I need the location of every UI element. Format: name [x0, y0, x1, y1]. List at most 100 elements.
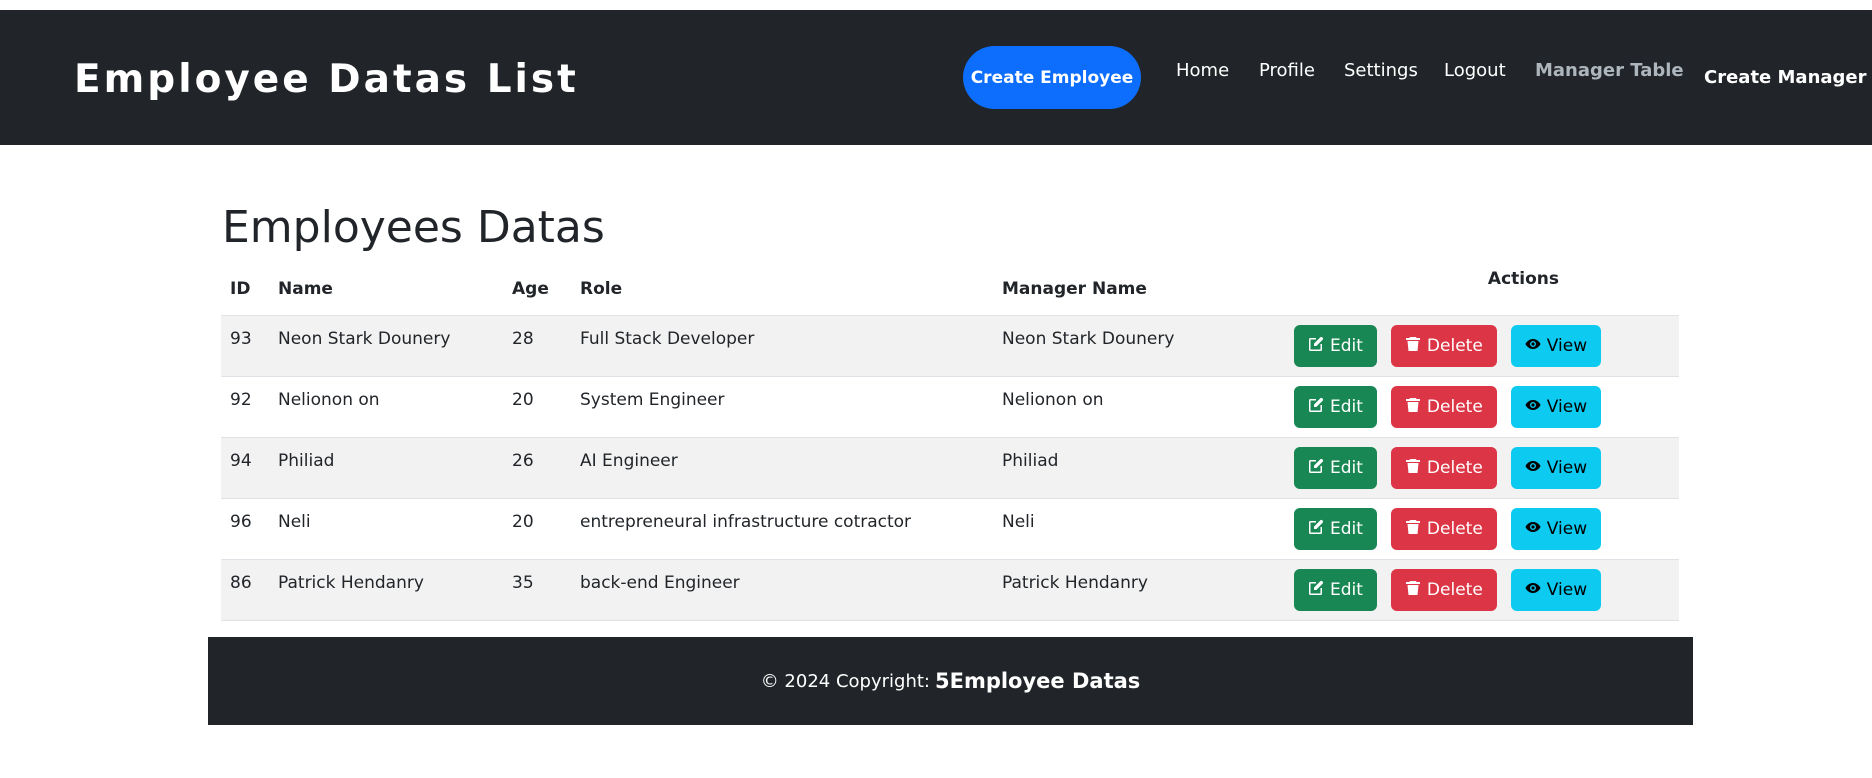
- nav-home-link[interactable]: Home: [1176, 60, 1229, 81]
- trash-icon: [1405, 336, 1421, 357]
- delete-label: Delete: [1426, 397, 1483, 417]
- edit-label: Edit: [1330, 519, 1363, 539]
- view-label: View: [1546, 336, 1588, 356]
- footer-brand-link[interactable]: 5Employee Datas: [935, 669, 1140, 693]
- table-row: 86 Patrick Hendanry 35 back-end Engineer Pat…: [221, 559, 1679, 621]
- cell-manager-name: Patrick Hendanry: [993, 559, 1225, 621]
- cell-role: entrepreneural infrastructure cotractor: [571, 498, 993, 560]
- navbar: Employee Datas List Create Employee Home…: [0, 10, 1872, 145]
- column-header-id: ID: [221, 262, 269, 316]
- delete-button[interactable]: Delete: [1390, 325, 1497, 367]
- table-row: 92 Nelionon on 20 System Engineer Nelionon o…: [221, 376, 1679, 438]
- edit-label: Edit: [1330, 458, 1363, 478]
- delete-label: Delete: [1426, 580, 1483, 600]
- edit-label: Edit: [1330, 397, 1363, 417]
- delete-label: Delete: [1426, 458, 1483, 478]
- cell-actions: Edit Delete View: [1225, 376, 1679, 438]
- eye-icon: [1525, 580, 1541, 601]
- cell-name: Philiad: [269, 437, 503, 499]
- nav-logout-link[interactable]: Logout: [1444, 60, 1506, 81]
- delete-button[interactable]: Delete: [1390, 569, 1497, 611]
- cell-manager-name: Nelionon on: [993, 376, 1225, 438]
- cell-age: 28: [503, 315, 571, 377]
- view-label: View: [1546, 397, 1588, 417]
- cell-age: 35: [503, 559, 571, 621]
- nav-manager-table-link[interactable]: Manager Table: [1535, 60, 1684, 81]
- delete-button[interactable]: Delete: [1390, 386, 1497, 428]
- create-employee-button[interactable]: Create Employee: [963, 46, 1141, 109]
- cell-role: System Engineer: [571, 376, 993, 438]
- pencil-square-icon: [1308, 397, 1324, 418]
- edit-button[interactable]: Edit: [1294, 508, 1377, 550]
- table-row: 96 Neli 20 entrepreneural infrastructure co…: [221, 498, 1679, 560]
- column-header-name: Name: [269, 262, 503, 316]
- cell-name: Neon Stark Dounery: [269, 315, 503, 377]
- table-row: 93 Neon Stark Dounery 28 Full Stack Develop…: [221, 315, 1679, 377]
- view-button[interactable]: View: [1510, 325, 1602, 367]
- trash-icon: [1405, 397, 1421, 418]
- cell-id: 96: [221, 498, 269, 560]
- edit-label: Edit: [1330, 336, 1363, 356]
- nav-create-manager-link[interactable]: Create Manager: [1704, 67, 1867, 88]
- edit-button[interactable]: Edit: [1294, 386, 1377, 428]
- eye-icon: [1525, 336, 1541, 357]
- pencil-square-icon: [1308, 580, 1324, 601]
- cell-actions: Edit Delete View: [1225, 559, 1679, 621]
- view-button[interactable]: View: [1510, 569, 1602, 611]
- nav-profile-link[interactable]: Profile: [1259, 60, 1315, 81]
- eye-icon: [1525, 397, 1541, 418]
- footer: © 2024 Copyright: 5Employee Datas: [208, 637, 1693, 725]
- pencil-square-icon: [1308, 519, 1324, 540]
- cell-age: 20: [503, 498, 571, 560]
- view-button[interactable]: View: [1510, 508, 1602, 550]
- cell-role: back-end Engineer: [571, 559, 993, 621]
- view-label: View: [1546, 519, 1588, 539]
- edit-label: Edit: [1330, 580, 1363, 600]
- cell-name: Nelionon on: [269, 376, 503, 438]
- trash-icon: [1405, 580, 1421, 601]
- cell-id: 92: [221, 376, 269, 438]
- cell-name: Neli: [269, 498, 503, 560]
- column-header-age: Age: [503, 262, 571, 316]
- view-label: View: [1546, 458, 1588, 478]
- eye-icon: [1525, 519, 1541, 540]
- pencil-square-icon: [1308, 458, 1324, 479]
- column-header-role: Role: [571, 262, 993, 316]
- edit-button[interactable]: Edit: [1294, 325, 1377, 367]
- cell-actions: Edit Delete View: [1225, 315, 1679, 377]
- cell-id: 93: [221, 315, 269, 377]
- cell-id: 94: [221, 437, 269, 499]
- edit-button[interactable]: Edit: [1294, 569, 1377, 611]
- delete-button[interactable]: Delete: [1390, 447, 1497, 489]
- delete-label: Delete: [1426, 519, 1483, 539]
- employees-table: ID Name Age Role Manager Name Actions 93…: [221, 262, 1679, 621]
- trash-icon: [1405, 519, 1421, 540]
- cell-age: 26: [503, 437, 571, 499]
- nav-settings-link[interactable]: Settings: [1344, 60, 1418, 81]
- cell-role: Full Stack Developer: [571, 315, 993, 377]
- eye-icon: [1525, 458, 1541, 479]
- footer-copyright: © 2024 Copyright:: [760, 670, 930, 692]
- view-button[interactable]: View: [1510, 386, 1602, 428]
- column-header-actions: Actions: [1225, 262, 1679, 316]
- table-header-row: ID Name Age Role Manager Name Actions: [221, 262, 1679, 316]
- delete-label: Delete: [1426, 336, 1483, 356]
- cell-manager-name: Neon Stark Dounery: [993, 315, 1225, 377]
- trash-icon: [1405, 458, 1421, 479]
- cell-id: 86: [221, 559, 269, 621]
- column-header-manager-name: Manager Name: [993, 262, 1225, 316]
- page-title: Employees Datas: [222, 202, 605, 253]
- cell-actions: Edit Delete View: [1225, 437, 1679, 499]
- cell-age: 20: [503, 376, 571, 438]
- pencil-square-icon: [1308, 336, 1324, 357]
- view-button[interactable]: View: [1510, 447, 1602, 489]
- cell-actions: Edit Delete View: [1225, 498, 1679, 560]
- delete-button[interactable]: Delete: [1390, 508, 1497, 550]
- cell-name: Patrick Hendanry: [269, 559, 503, 621]
- cell-manager-name: Neli: [993, 498, 1225, 560]
- edit-button[interactable]: Edit: [1294, 447, 1377, 489]
- view-label: View: [1546, 580, 1588, 600]
- cell-role: AI Engineer: [571, 437, 993, 499]
- brand-title: Employee Datas List: [74, 57, 579, 102]
- cell-manager-name: Philiad: [993, 437, 1225, 499]
